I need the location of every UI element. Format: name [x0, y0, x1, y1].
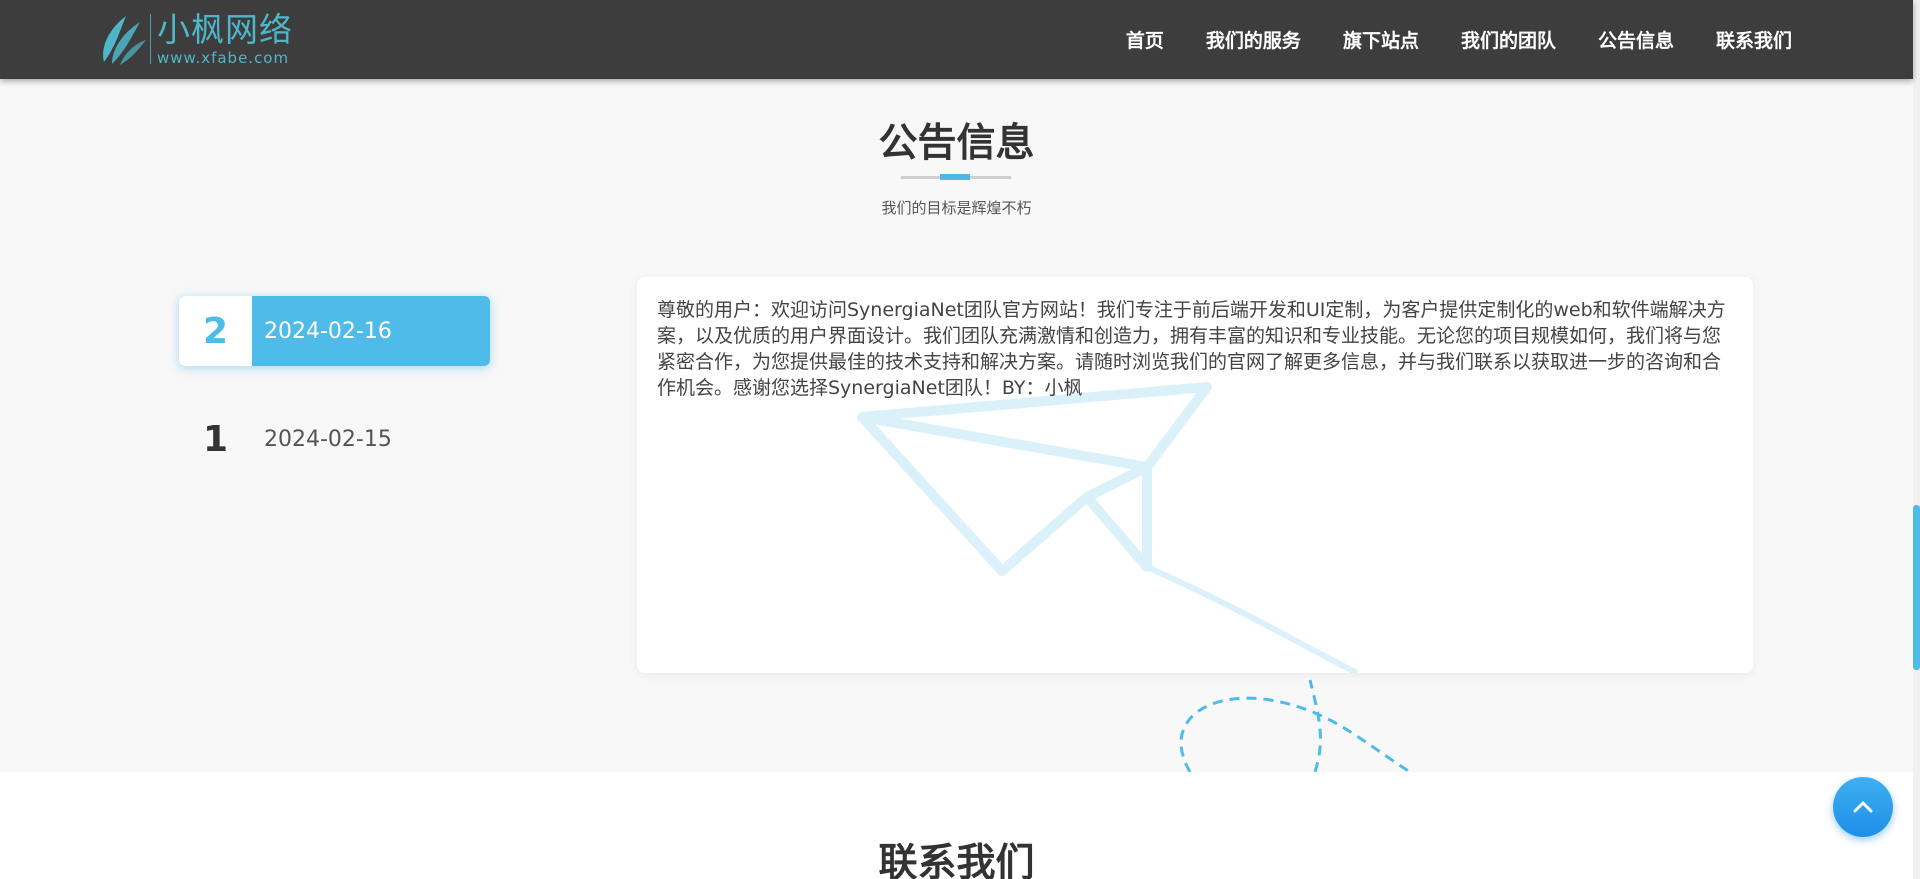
chevron-up-icon: [1853, 801, 1873, 813]
page-scrollbar[interactable]: [1913, 0, 1920, 879]
logo-divider: [150, 14, 151, 64]
nav-item-services[interactable]: 我们的服务: [1185, 26, 1322, 53]
nav-item-home[interactable]: 首页: [1105, 26, 1185, 53]
logo-url: www.xfabe.com: [157, 49, 290, 67]
dashed-flight-path: [1179, 679, 1411, 772]
title-underline-accent: [940, 174, 970, 180]
section-title: 公告信息: [878, 121, 1035, 166]
top-header: 小枫网络 www.xfabe.com 首页 我们的服务 旗下站点 我们的团队 公…: [0, 0, 1913, 79]
notice-list-item-active[interactable]: 2 2024-02-16: [179, 296, 490, 366]
notice-date: 2024-02-16: [264, 318, 392, 344]
main-nav: 首页 我们的服务 旗下站点 我们的团队 公告信息 联系我们: [1105, 0, 1813, 79]
logo-text: 小枫网络 www.xfabe.com: [157, 10, 293, 68]
logo-name: 小枫网络: [157, 10, 293, 49]
back-to-top-button[interactable]: [1833, 777, 1893, 837]
notice-content-text: 尊敬的用户：欢迎访问SynergiaNet团队官方网站！我们专注于前后端开发和U…: [657, 299, 1726, 399]
site-logo[interactable]: 小枫网络 www.xfabe.com: [98, 10, 293, 68]
nav-item-notices[interactable]: 公告信息: [1577, 26, 1695, 53]
nav-item-contact[interactable]: 联系我们: [1695, 26, 1813, 53]
notice-list-item[interactable]: 1 2024-02-15: [179, 404, 490, 474]
contact-section: 联系我们: [0, 772, 1913, 879]
nav-item-sites[interactable]: 旗下站点: [1322, 26, 1440, 53]
contact-section-title: 联系我们: [878, 841, 1035, 879]
notice-number: 2: [179, 296, 252, 366]
notice-date: 2024-02-15: [264, 426, 392, 452]
notice-number: 1: [202, 418, 229, 460]
notice-content-card: 尊敬的用户：欢迎访问SynergiaNet团队官方网站！我们专注于前后端开发和U…: [637, 277, 1753, 673]
leaf-logo-icon: [103, 16, 146, 65]
nav-item-team[interactable]: 我们的团队: [1440, 26, 1577, 53]
scrollbar-thumb[interactable]: [1913, 505, 1920, 670]
section-subtitle: 我们的目标是辉煌不朽: [881, 199, 1032, 217]
